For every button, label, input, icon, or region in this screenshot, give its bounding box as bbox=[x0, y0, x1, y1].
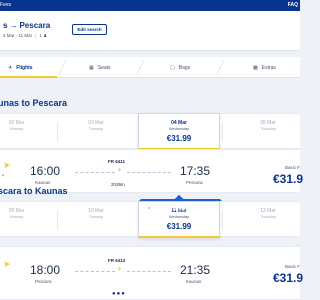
passenger-count: 1 bbox=[39, 33, 42, 38]
arrow-icon: → bbox=[9, 21, 18, 30]
bag-icon: ▢ bbox=[170, 64, 175, 71]
step-extras[interactable]: ▩ Extras bbox=[253, 57, 276, 78]
weekday-label: Monday bbox=[9, 127, 24, 131]
divider bbox=[57, 210, 58, 230]
arrival-city: Pescara bbox=[186, 180, 203, 185]
departure-time: 18:00 bbox=[30, 263, 61, 277]
weekday-label: Tuesday bbox=[88, 127, 104, 131]
date-label: 10 Mar bbox=[88, 208, 104, 214]
step-divider bbox=[136, 60, 145, 75]
fare-price: €31.9 bbox=[272, 172, 303, 186]
airline-logo-icon: ➤ bbox=[3, 160, 11, 170]
edit-search-button[interactable]: Edit search bbox=[72, 24, 107, 35]
extras-icon: ▩ bbox=[253, 64, 258, 71]
operator-label: c bbox=[2, 172, 4, 177]
route-line bbox=[75, 172, 115, 173]
date-label: 05 Mar bbox=[260, 120, 276, 126]
divider bbox=[57, 122, 58, 142]
step-seats[interactable]: ▦ Seats bbox=[89, 57, 111, 78]
faq-link[interactable]: FAQ bbox=[288, 2, 298, 8]
airline-logo-icon: ➤ bbox=[3, 259, 11, 269]
step-label: Bags bbox=[178, 64, 191, 71]
plane-icon: ✈ bbox=[117, 168, 123, 174]
info-icon: i bbox=[146, 205, 152, 211]
arrival-city: Kaunas bbox=[186, 279, 202, 284]
inbound-title: scara to Kaunas bbox=[0, 186, 68, 196]
date-option-selected[interactable]: 04 Mar Wednesday €31.99 bbox=[138, 113, 220, 150]
step-divider bbox=[216, 60, 225, 75]
step-label: Seats bbox=[97, 64, 111, 71]
date-label: 09 Mar bbox=[8, 208, 25, 214]
trip-summary: s → Pescara 4 Mar - 11 Mar | 1 ♟ Edit search bbox=[0, 11, 300, 51]
outbound-date-selector: 02 Mar Monday 03 Mar Tuesday 04 Mar Wedn… bbox=[0, 113, 300, 150]
step-bags[interactable]: ▢ Bags bbox=[170, 57, 190, 78]
date-option[interactable]: 02 Mar Monday bbox=[0, 114, 33, 150]
departure-time: 16:00 bbox=[30, 164, 61, 178]
divider bbox=[222, 122, 223, 142]
weekday-label: Thursday bbox=[260, 215, 276, 219]
step-label: Flights bbox=[16, 64, 33, 71]
flight-number: FR 6412 bbox=[108, 258, 126, 263]
plane-icon: ✈ bbox=[8, 64, 13, 71]
trip-dates: 4 Mar - 11 Mar bbox=[3, 33, 33, 38]
trip-meta: 4 Mar - 11 Mar | 1 ♟ bbox=[3, 33, 47, 39]
date-price: €31.99 bbox=[166, 134, 192, 143]
date-option[interactable]: 09 Mar Monday bbox=[0, 202, 33, 238]
top-bar: Fees FAQ bbox=[0, 0, 300, 11]
fare-price: €31.9 bbox=[272, 271, 303, 285]
plane-icon: ✈ bbox=[117, 267, 123, 273]
plane-dots-icon: ●●● bbox=[112, 291, 126, 297]
booking-steps: ✈ Flights ▦ Seats ▢ Bags ▩ Extras bbox=[0, 57, 300, 78]
date-label: 03 Mar bbox=[88, 120, 104, 126]
route-line bbox=[127, 271, 171, 272]
arrival-time: 17:35 bbox=[180, 164, 211, 178]
date-option[interactable]: 10 Mar Tuesday bbox=[70, 202, 122, 238]
weekday-label: Tuesday bbox=[88, 215, 104, 219]
flight-duration: 2h35m bbox=[111, 182, 125, 187]
fees-link[interactable]: Fees bbox=[0, 2, 11, 8]
weekday-label: Wednesday bbox=[169, 215, 189, 219]
step-divider bbox=[58, 60, 67, 75]
step-flights[interactable]: ✈ Flights bbox=[8, 57, 33, 78]
route-line bbox=[75, 271, 115, 272]
weekday-label: Monday bbox=[9, 215, 24, 219]
date-option[interactable]: 05 Mar Thursday bbox=[238, 114, 298, 150]
date-price: €31.99 bbox=[166, 222, 192, 231]
destination-city: Pescara bbox=[19, 21, 51, 30]
step-label: Extras bbox=[261, 64, 276, 71]
separator: | bbox=[35, 33, 37, 38]
fare-type: Basic F bbox=[284, 165, 300, 170]
divider bbox=[222, 210, 223, 230]
date-option[interactable]: 03 Mar Tuesday bbox=[70, 114, 122, 150]
date-option[interactable]: 12 Mar Thursday bbox=[238, 202, 298, 238]
route-title: s → Pescara bbox=[3, 21, 50, 30]
flight-number: FR 6411 bbox=[108, 159, 126, 164]
weekday-label: Wednesday bbox=[169, 127, 189, 131]
departure-city: Kaunas bbox=[35, 180, 51, 185]
weekday-label: Thursday bbox=[260, 127, 276, 131]
outbound-title: unas to Pescara bbox=[0, 98, 68, 108]
active-step-indicator bbox=[0, 76, 57, 78]
inbound-flight-card[interactable]: ➤ 18:00 Pescara FR 6412 ✈ ●●● 21:35 Kaun… bbox=[0, 246, 303, 300]
date-label: 04 Mar bbox=[171, 120, 187, 126]
origin-city: s bbox=[3, 21, 8, 30]
departure-city: Pescara bbox=[35, 279, 52, 284]
person-icon: ♟ bbox=[43, 33, 48, 38]
route-line bbox=[127, 172, 171, 173]
fare-type: Basic F bbox=[284, 264, 300, 269]
seat-icon: ▦ bbox=[89, 64, 94, 71]
date-label: 02 Mar bbox=[8, 120, 25, 126]
tooltip-text: Choose a flight to continue bbox=[156, 205, 214, 211]
date-label: 12 Mar bbox=[260, 208, 276, 214]
arrival-time: 21:35 bbox=[180, 263, 211, 277]
